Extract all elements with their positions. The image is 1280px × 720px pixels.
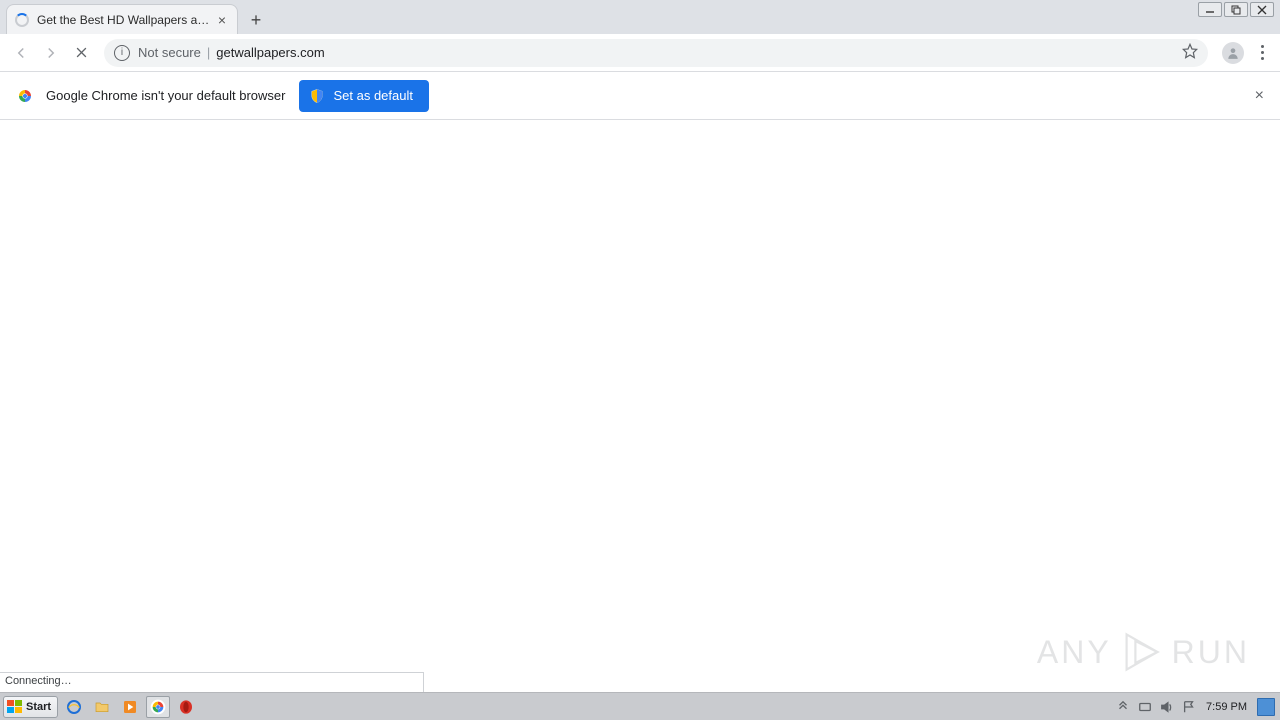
tab-close-button[interactable]: × bbox=[215, 12, 229, 28]
shield-icon bbox=[309, 88, 325, 104]
default-browser-infobar: Google Chrome isn't your default browser… bbox=[0, 72, 1280, 120]
profile-avatar-button[interactable] bbox=[1222, 42, 1244, 64]
windows-logo-icon bbox=[7, 700, 23, 714]
watermark-left: ANY bbox=[1037, 634, 1112, 671]
site-info-icon[interactable]: i bbox=[114, 45, 130, 61]
status-bar: Connecting… bbox=[0, 672, 424, 692]
tab-strip: Get the Best HD Wallpapers and Backgroun… bbox=[0, 0, 1280, 34]
tray-flag-icon[interactable] bbox=[1180, 698, 1198, 716]
maximize-button[interactable] bbox=[1224, 2, 1248, 17]
page-content: Connecting… ANY RUN bbox=[0, 120, 1280, 692]
tray-clock[interactable]: 7:59 PM bbox=[1202, 701, 1251, 713]
address-separator: | bbox=[207, 45, 210, 60]
tray-expand-icon[interactable] bbox=[1114, 698, 1132, 716]
watermark-right: RUN bbox=[1172, 634, 1250, 671]
watermark-play-icon bbox=[1120, 630, 1164, 674]
taskbar-media-icon[interactable] bbox=[118, 696, 142, 718]
url-text: getwallpapers.com bbox=[216, 45, 324, 60]
address-bar[interactable]: i Not secure | getwallpapers.com bbox=[104, 39, 1208, 67]
set-default-button[interactable]: Set as default bbox=[299, 80, 429, 112]
taskbar-ie-icon[interactable] bbox=[62, 696, 86, 718]
browser-tab[interactable]: Get the Best HD Wallpapers and Backgroun… bbox=[6, 4, 238, 34]
tray-volume-icon[interactable] bbox=[1158, 698, 1176, 716]
infobar-close-button[interactable]: × bbox=[1255, 87, 1264, 105]
start-label: Start bbox=[26, 701, 51, 713]
browser-menu-button[interactable] bbox=[1250, 45, 1274, 60]
security-label: Not secure bbox=[138, 45, 201, 60]
new-tab-button[interactable]: + bbox=[242, 6, 270, 34]
window-controls bbox=[1198, 2, 1274, 17]
chrome-logo-icon bbox=[16, 87, 34, 105]
back-button[interactable] bbox=[6, 38, 36, 68]
show-desktop-button[interactable] bbox=[1257, 698, 1275, 716]
window-close-button[interactable] bbox=[1250, 2, 1274, 17]
set-default-label: Set as default bbox=[333, 88, 413, 103]
bookmark-star-icon[interactable] bbox=[1182, 43, 1198, 62]
tray-device-icon[interactable] bbox=[1136, 698, 1154, 716]
start-button[interactable]: Start bbox=[3, 696, 58, 718]
system-tray: 7:59 PM bbox=[1114, 698, 1277, 716]
infobar-message: Google Chrome isn't your default browser bbox=[46, 88, 285, 103]
status-text: Connecting… bbox=[5, 675, 72, 687]
stop-button[interactable] bbox=[66, 38, 96, 68]
forward-button[interactable] bbox=[36, 38, 66, 68]
taskbar: Start 7:59 PM bbox=[0, 692, 1280, 720]
watermark: ANY RUN bbox=[1037, 630, 1250, 674]
taskbar-chrome-icon[interactable] bbox=[146, 696, 170, 718]
minimize-button[interactable] bbox=[1198, 2, 1222, 17]
tab-title: Get the Best HD Wallpapers and Backgroun… bbox=[37, 13, 215, 27]
loading-spinner-icon bbox=[15, 13, 29, 27]
toolbar: i Not secure | getwallpapers.com bbox=[0, 34, 1280, 72]
taskbar-explorer-icon[interactable] bbox=[90, 696, 114, 718]
taskbar-opera-icon[interactable] bbox=[174, 696, 198, 718]
